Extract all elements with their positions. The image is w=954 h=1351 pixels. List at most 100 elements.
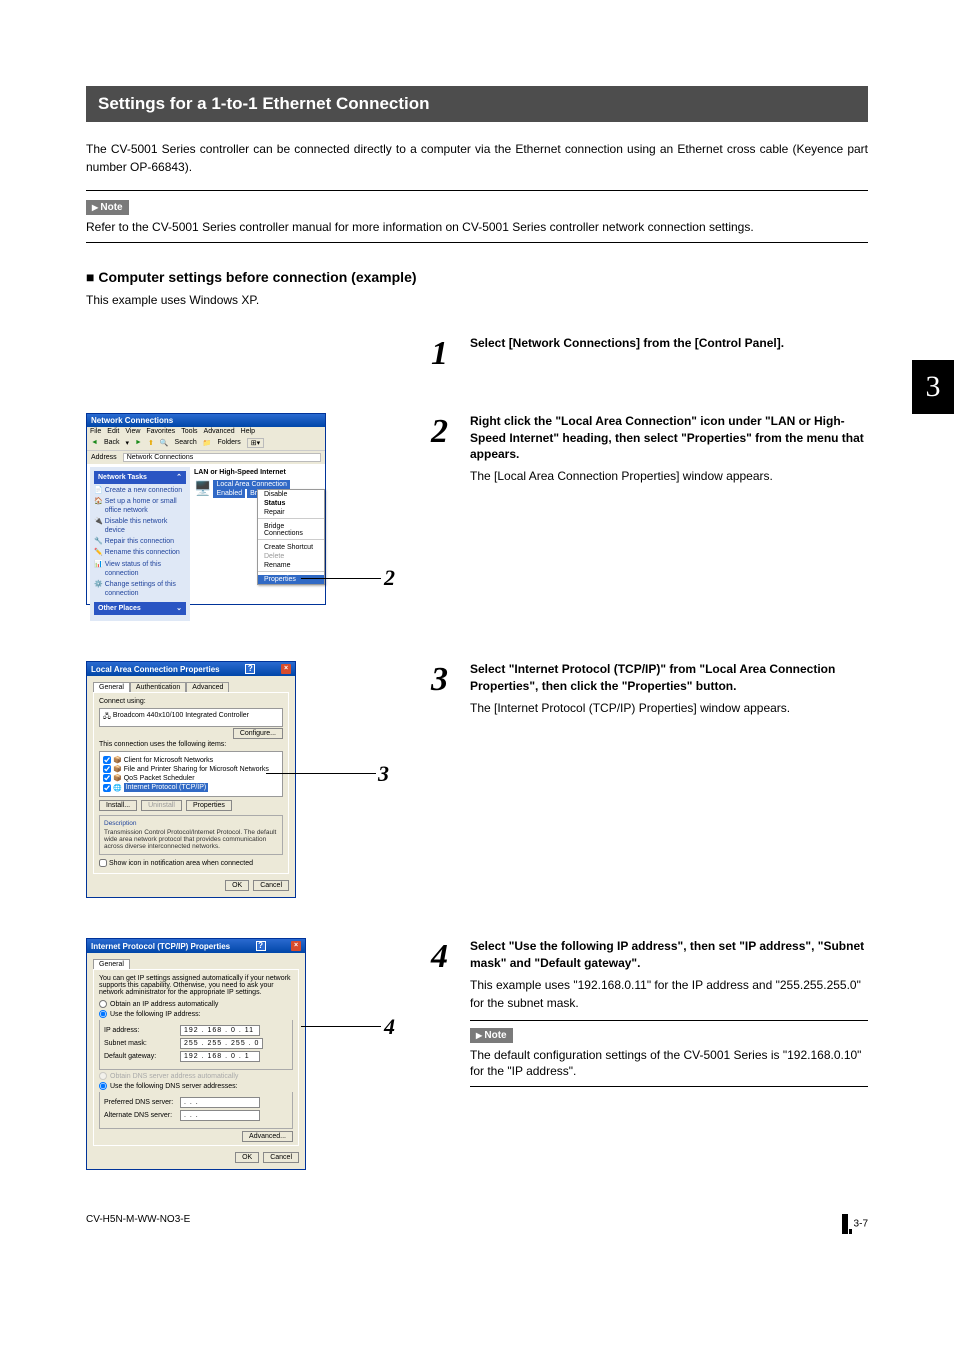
- show-icon-label: Show icon in notification area when conn…: [109, 860, 253, 867]
- footer-bar-icon: [842, 1214, 848, 1234]
- desc-head: Description: [104, 820, 278, 827]
- chk-fileprint[interactable]: [103, 765, 111, 773]
- properties-button[interactable]: Properties: [186, 800, 232, 811]
- menu-edit[interactable]: Edit: [107, 428, 119, 435]
- step-1-title: Select [Network Connections] from the [C…: [470, 335, 868, 352]
- network-tasks-head: Network Tasks: [98, 473, 147, 482]
- ctx-properties[interactable]: Properties: [258, 575, 324, 584]
- local-area-connection[interactable]: Local Area Connection: [213, 480, 289, 489]
- task-item[interactable]: ⚙️Change settings of this connection: [94, 580, 186, 598]
- chk-showicon[interactable]: [99, 859, 107, 867]
- task-item[interactable]: 🏠Set up a home or small office network: [94, 497, 186, 515]
- desc-text: Transmission Control Protocol/Internet P…: [104, 829, 276, 850]
- tab-advanced[interactable]: Advanced: [186, 682, 229, 692]
- cancel-button[interactable]: Cancel: [253, 880, 289, 891]
- dns1-value[interactable]: . . .: [180, 1097, 260, 1108]
- mask-value[interactable]: 255 . 255 . 255 . 0: [180, 1038, 263, 1049]
- step-1-number: 1: [428, 335, 448, 373]
- shot4-title: Internet Protocol (TCP/IP) Properties: [91, 942, 230, 951]
- ctx-repair[interactable]: Repair: [258, 508, 324, 517]
- tab-authentication[interactable]: Authentication: [130, 682, 186, 692]
- dns2-value[interactable]: . . .: [180, 1110, 260, 1121]
- tab-general-tcpip[interactable]: General: [93, 959, 130, 969]
- cancel-button-tcpip[interactable]: Cancel: [263, 1152, 299, 1163]
- step-1: 1 Select [Network Connections] from the …: [86, 335, 868, 373]
- menu-view[interactable]: View: [125, 428, 140, 435]
- dns1-label: Preferred DNS server:: [104, 1099, 174, 1106]
- ctx-status[interactable]: Status: [258, 499, 324, 508]
- toolbar-back[interactable]: Back: [104, 439, 120, 446]
- item-tcpip[interactable]: Internet Protocol (TCP/IP): [124, 783, 209, 792]
- task-item[interactable]: ✏️Rename this connection: [94, 548, 186, 557]
- advanced-button[interactable]: Advanced...: [242, 1131, 293, 1142]
- ctx-shortcut[interactable]: Create Shortcut: [258, 543, 324, 552]
- task-item[interactable]: 🔌Disable this network device: [94, 517, 186, 535]
- mask-label: Subnet mask:: [104, 1040, 174, 1047]
- gw-label: Default gateway:: [104, 1053, 174, 1060]
- radio-static-dns[interactable]: [99, 1082, 107, 1090]
- subsection-head: Computer settings before connection (exa…: [86, 269, 868, 285]
- rule-top: [86, 190, 868, 191]
- radio-auto-ip[interactable]: [99, 1000, 107, 1008]
- note-body: Refer to the CV-5001 Series controller m…: [86, 219, 868, 236]
- address-value[interactable]: Network Connections: [123, 453, 321, 462]
- ip-value[interactable]: 192 . 168 . 0 . 11: [180, 1025, 260, 1036]
- ok-button[interactable]: OK: [225, 880, 249, 891]
- toolbar-search[interactable]: Search: [175, 439, 197, 446]
- item-qos[interactable]: QoS Packet Scheduler: [124, 775, 195, 782]
- toolbar-folders[interactable]: Folders: [217, 439, 240, 446]
- uses-label: This connection uses the following items…: [99, 741, 283, 748]
- step-2-number: 2: [428, 413, 448, 621]
- task-item[interactable]: 🔧Repair this connection: [94, 537, 186, 546]
- ok-button-tcpip[interactable]: OK: [235, 1152, 259, 1163]
- menu-advanced[interactable]: Advanced: [204, 428, 235, 435]
- menu-file[interactable]: File: [90, 428, 101, 435]
- callout-3: 3: [378, 761, 389, 787]
- lan-section-head: LAN or High-Speed Internet: [194, 469, 322, 476]
- step-4: Internet Protocol (TCP/IP) Properties?× …: [86, 938, 868, 1170]
- shot3-tabs: General Authentication Advanced: [93, 682, 289, 692]
- callout-2: 2: [384, 565, 395, 591]
- note-tag: Note: [86, 200, 129, 215]
- chk-tcpip[interactable]: [103, 784, 111, 792]
- radio-static-ip[interactable]: [99, 1010, 107, 1018]
- item-client[interactable]: Client for Microsoft Networks: [124, 757, 213, 764]
- ctx-rename[interactable]: Rename: [258, 561, 324, 570]
- footer-doc-code: CV-H5N-M-WW-NO3-E: [86, 1214, 190, 1234]
- chk-qos[interactable]: [103, 774, 111, 782]
- section-title-bar: Settings for a 1-to-1 Ethernet Connectio…: [86, 86, 868, 122]
- ctx-delete: Delete: [258, 552, 324, 561]
- step-4-note-body: The default configuration settings of th…: [470, 1047, 868, 1081]
- configure-button[interactable]: Configure...: [233, 728, 283, 739]
- sub-intro: This example uses Windows XP.: [86, 293, 868, 307]
- page: Settings for a 1-to-1 Ethernet Connectio…: [0, 0, 954, 1210]
- task-item[interactable]: 📊View status of this connection: [94, 560, 186, 578]
- ctx-disable[interactable]: Disable: [258, 490, 324, 499]
- step-4-rule-top: [470, 1020, 868, 1021]
- ctx-bridge[interactable]: Bridge Connections: [258, 522, 324, 538]
- menu-tools[interactable]: Tools: [181, 428, 197, 435]
- task-item[interactable]: 📄Create a new connection: [94, 486, 186, 495]
- menu-help[interactable]: Help: [241, 428, 255, 435]
- tab-general[interactable]: General: [93, 682, 130, 692]
- radio-auto-dns: [99, 1072, 107, 1080]
- uninstall-button: Uninstall: [141, 800, 182, 811]
- gw-value[interactable]: 192 . 168 . 0 . 1: [180, 1051, 260, 1062]
- screenshot-lan-properties: Local Area Connection Properties?× Gener…: [86, 661, 296, 898]
- shot2-address-bar: Address Network Connections: [87, 450, 325, 464]
- step-3-after: The [Internet Protocol (TCP/IP) Properti…: [470, 699, 868, 717]
- step-2-after: The [Local Area Connection Properties] w…: [470, 467, 868, 485]
- radio-static-ip-label: Use the following IP address:: [110, 1011, 201, 1018]
- menu-favorites[interactable]: Favorites: [146, 428, 175, 435]
- step-4-title: Select "Use the following IP address", t…: [470, 938, 868, 972]
- radio-auto-dns-label: Obtain DNS server address automatically: [110, 1073, 238, 1080]
- footer-page-number: 3-7: [854, 1219, 868, 1230]
- shot2-menubar: File Edit View Favorites Tools Advanced …: [87, 427, 325, 436]
- adapter-name: Broadcom 440x10/100 Integrated Controlle…: [113, 712, 249, 723]
- chk-client[interactable]: [103, 756, 111, 764]
- shot3-title: Local Area Connection Properties: [91, 665, 220, 674]
- install-button[interactable]: Install...: [99, 800, 137, 811]
- step-3: Local Area Connection Properties?× Gener…: [86, 661, 868, 898]
- item-fileprint[interactable]: File and Printer Sharing for Microsoft N…: [124, 766, 269, 773]
- screenshot-tcpip-properties: Internet Protocol (TCP/IP) Properties?× …: [86, 938, 306, 1170]
